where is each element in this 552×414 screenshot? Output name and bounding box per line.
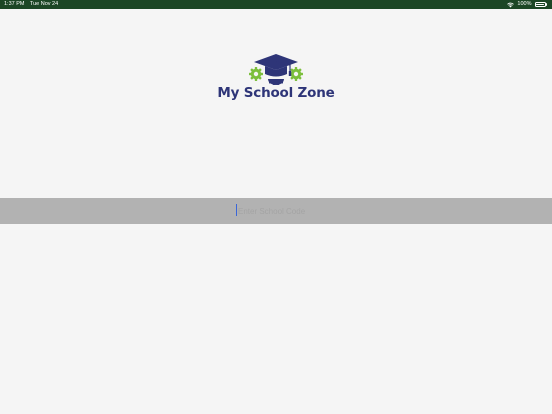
- battery-icon: [534, 2, 546, 7]
- logo-wordmark: My School Zone: [217, 85, 335, 101]
- status-right: 100%: [507, 0, 547, 9]
- wifi-icon: [507, 2, 515, 7]
- status-date: Tue Nov 24: [29, 1, 59, 7]
- status-time: 1:37 PM: [4, 1, 25, 7]
- text-cursor: [236, 204, 237, 216]
- tassel-end: [288, 71, 292, 76]
- battery-fill: [536, 3, 544, 6]
- app-logo: My School Zone: [216, 52, 336, 104]
- school-code-input[interactable]: [236, 203, 346, 219]
- battery-nub: [546, 3, 547, 6]
- status-bar: 1:37 PM Tue Nov 24 100%: [0, 0, 552, 9]
- school-code-field-container: [0, 198, 552, 224]
- status-left: 1:37 PM Tue Nov 24: [4, 0, 62, 9]
- left-gear-icon: [249, 67, 263, 81]
- graduation-cap-with-gears-icon: [249, 54, 303, 85]
- battery-percent: 100%: [517, 1, 532, 7]
- app-screen: 1:37 PM Tue Nov 24 100% My School Zone E…: [0, 0, 552, 414]
